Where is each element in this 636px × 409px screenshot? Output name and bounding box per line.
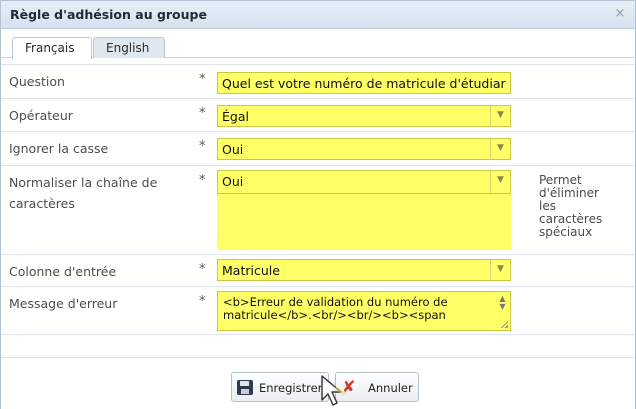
required-marker: *: [199, 106, 206, 121]
error-message-value: <b>Erreur de validation du numéro de mat…: [223, 295, 448, 322]
chevron-down-icon[interactable]: ▼: [490, 106, 510, 126]
chevron-down-icon[interactable]: ▼: [490, 139, 510, 159]
chevron-down-icon[interactable]: ▼: [490, 260, 510, 280]
form-row-ignore-case: Ignorer la casse * Oui ▼: [1, 131, 635, 165]
close-icon[interactable]: ×: [613, 6, 627, 22]
form-row-operator: Opérateur * Égal ▼: [1, 98, 635, 131]
required-marker: *: [199, 72, 206, 87]
save-button-label: Enregistrer: [259, 381, 323, 395]
form-row-normalize: Normaliser la chaîne de caractères * Oui…: [1, 165, 635, 254]
required-marker: *: [199, 139, 206, 154]
normalize-dropdown-area: Oui ▼: [217, 170, 511, 250]
required-marker: *: [199, 262, 206, 277]
question-input[interactable]: Quel est votre numéro de matricule d'étu…: [217, 72, 511, 94]
question-value: Quel est votre numéro de matricule d'étu…: [222, 76, 506, 91]
ignore-case-label: Ignorer la casse: [9, 141, 109, 156]
textarea-scroll-arrows[interactable]: ▲ ▼: [497, 295, 508, 311]
ignore-case-dropdown[interactable]: Oui ▼: [217, 138, 511, 160]
dialog-title: Règle d'adhésion au groupe: [10, 7, 207, 22]
form-row-question: Question * Quel est votre numéro de matr…: [1, 64, 635, 98]
dialog-titlebar[interactable]: Règle d'adhésion au groupe ×: [1, 1, 635, 29]
error-message-textarea[interactable]: <b>Erreur de validation du numéro de mat…: [217, 291, 511, 331]
cancel-button-label: Annuler: [368, 381, 413, 395]
input-column-label: Colonne d'entrée: [9, 264, 117, 279]
question-label: Question: [9, 74, 65, 89]
ignore-case-value: Oui: [222, 142, 244, 157]
chevron-down-icon[interactable]: ▼: [490, 171, 510, 193]
normalize-dropdown[interactable]: Oui ▼: [217, 170, 511, 194]
normalize-hint: Permet d'éliminer les caractères spéciau…: [539, 173, 603, 239]
normalize-value: Oui: [222, 174, 244, 189]
floppy-disk-icon: [237, 380, 253, 395]
input-column-dropdown[interactable]: Matricule ▼: [217, 259, 511, 281]
tab-english[interactable]: English: [93, 37, 165, 58]
normalize-label: Normaliser la chaîne de caractères: [9, 175, 158, 211]
save-button[interactable]: Enregistrer: [231, 372, 329, 402]
group-membership-rule-dialog: Règle d'adhésion au groupe × Français En…: [0, 0, 636, 409]
form-bottom-spacer: [1, 334, 635, 357]
operator-value: Égal: [222, 109, 249, 124]
cancel-button[interactable]: ✘ Annuler: [335, 372, 419, 402]
operator-label: Opérateur: [9, 108, 73, 123]
operator-dropdown[interactable]: Égal ▼: [217, 105, 511, 127]
error-message-wrap: <b>Erreur de validation du numéro de mat…: [1, 291, 635, 331]
form-row-input-column: Colonne d'entrée * Matricule ▼: [1, 254, 635, 286]
required-marker: *: [199, 173, 206, 188]
form-row-error-message: Message d'erreur * <b>Erreur de validati…: [1, 286, 635, 334]
resize-grip-icon[interactable]: [500, 320, 508, 328]
tab-francais[interactable]: Français: [12, 37, 92, 59]
dialog-footer: Enregistrer ✘ Annuler: [1, 357, 635, 409]
input-column-value: Matricule: [222, 263, 280, 278]
